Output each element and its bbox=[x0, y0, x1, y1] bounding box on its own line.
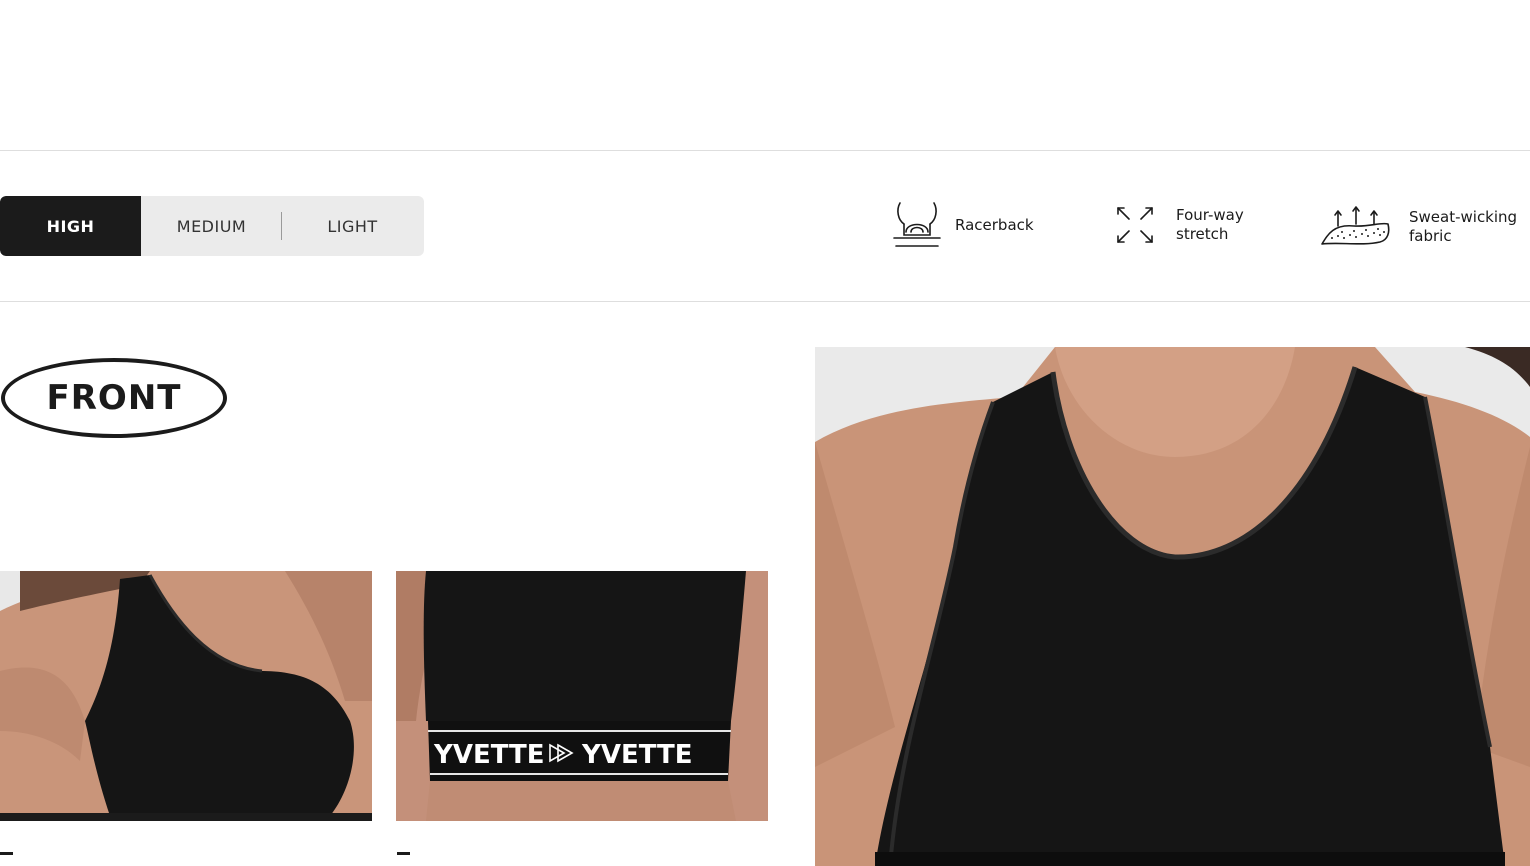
top-divider bbox=[0, 150, 1530, 151]
caption-dash-2 bbox=[397, 852, 410, 855]
feature-racerback: Racerback bbox=[890, 200, 1034, 250]
caption-dash-1 bbox=[0, 852, 13, 855]
tab-medium[interactable]: MEDIUM bbox=[141, 196, 282, 256]
intensity-tabs: HIGH MEDIUM LIGHT bbox=[0, 196, 424, 256]
feature-sweat-wicking: Sweat-wicking fabric bbox=[1318, 204, 1517, 250]
band-brand-text-2: YVETTE bbox=[581, 740, 693, 770]
feature-four-way-stretch: Four-way stretch bbox=[1114, 204, 1244, 246]
racerback-icon bbox=[893, 202, 941, 247]
product-photo-side[interactable] bbox=[0, 571, 372, 821]
feature-racerback-label: Racerback bbox=[955, 215, 1034, 234]
features-divider bbox=[0, 301, 1530, 302]
product-photo-side-image bbox=[0, 571, 372, 821]
sweat-wicking-icon bbox=[1321, 206, 1390, 245]
four-way-stretch-icon bbox=[1117, 207, 1153, 243]
band-brand-text-1: YVETTE bbox=[433, 740, 545, 770]
product-photo-band-image: YVETTE YVETTE bbox=[396, 571, 768, 821]
feature-four-way-stretch-label: Four-way stretch bbox=[1176, 206, 1244, 243]
product-photo-front-image bbox=[815, 347, 1530, 866]
product-photo-front[interactable] bbox=[815, 347, 1530, 866]
tab-light[interactable]: LIGHT bbox=[282, 196, 423, 256]
product-photo-band[interactable]: YVETTE YVETTE bbox=[396, 571, 768, 821]
section-title-text: FRONT bbox=[46, 378, 182, 418]
section-title-front: FRONT bbox=[1, 358, 227, 438]
feature-sweat-wicking-label: Sweat-wicking fabric bbox=[1409, 208, 1518, 245]
tab-high[interactable]: HIGH bbox=[0, 196, 141, 256]
